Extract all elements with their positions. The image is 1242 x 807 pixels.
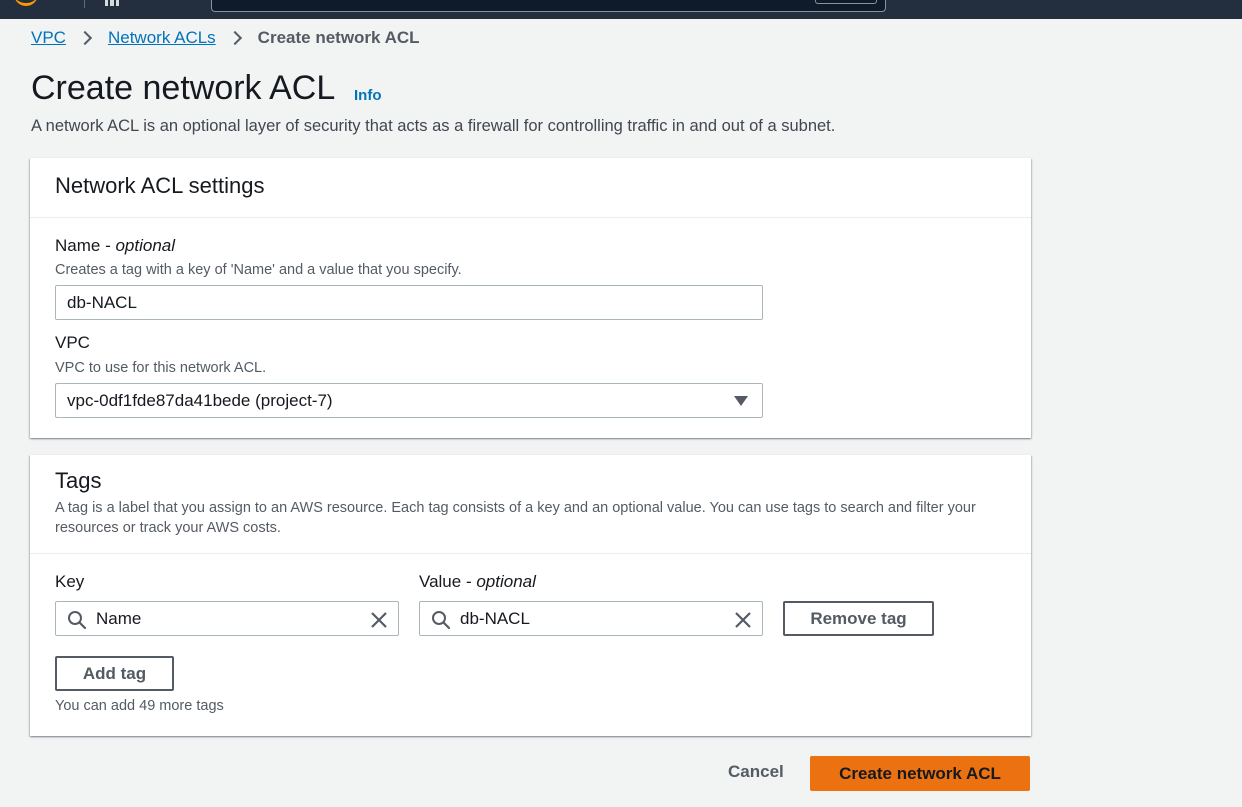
search-shortcut-hint [815,0,877,4]
network-acl-settings-panel: Network ACL settings Name - optional Cre… [30,158,1031,438]
vpc-select-value: vpc-0df1fde87da41bede (project-7) [67,390,333,410]
tag-key-label: Key [55,572,85,591]
breadcrumb: VPC Network ACLs Create network ACL [31,27,420,49]
name-input-value: db-NACL [67,292,137,312]
create-network-acl-button[interactable]: Create network ACL [810,756,1030,791]
vpc-select[interactable]: vpc-0df1fde87da41bede (project-7) [55,383,763,418]
search-icon [68,611,87,630]
tags-limit-text: You can add 49 more tags [55,698,224,714]
aws-logo-icon[interactable] [14,0,38,6]
vpc-field-hint: VPC to use for this network ACL. [55,360,267,376]
tags-description: A tag is a label that you assign to an A… [55,500,976,536]
tag-value-label-text: Value - [419,572,477,591]
cancel-button[interactable]: Cancel [728,762,784,782]
clear-icon[interactable] [369,610,389,630]
breadcrumb-network-acls-link[interactable]: Network ACLs [108,28,216,48]
tag-value-label: Value - optional [419,572,536,592]
tags-title: Tags [55,468,102,493]
settings-header: Network ACL settings [30,158,1031,218]
page-title: Create network ACL [31,69,336,107]
tag-key-input[interactable]: Name [55,601,399,636]
chevron-right-icon [227,30,242,46]
nav-divider [84,0,85,8]
services-grid-icon[interactable] [105,0,119,6]
name-field-hint: Creates a tag with a key of 'Name' and a… [55,262,462,278]
clear-icon[interactable] [733,610,753,630]
breadcrumb-vpc-link[interactable]: VPC [31,28,66,48]
tags-header: Tags A tag is a label that you assign to… [30,455,1031,554]
tag-value-input[interactable]: db-NACL [419,601,763,636]
caret-down-icon [734,396,748,406]
search-icon [432,611,451,630]
tag-value-optional-text: optional [476,572,536,591]
global-search-input[interactable] [211,0,886,12]
add-tag-button[interactable]: Add tag [55,656,174,691]
breadcrumb-current: Create network ACL [257,28,420,47]
top-navigation-bar [0,0,1242,19]
settings-title: Network ACL settings [55,173,265,198]
name-field-label: Name - optional [55,236,175,256]
tags-panel: Tags A tag is a label that you assign to… [30,455,1031,736]
page-description: A network ACL is an optional layer of se… [31,117,836,135]
tag-key-value: Name [96,608,142,628]
name-input[interactable]: db-NACL [55,285,763,320]
remove-tag-button[interactable]: Remove tag [783,601,934,636]
tag-value-value: db-NACL [460,608,530,628]
vpc-field-label: VPC [55,333,90,352]
name-label-text: Name - [55,236,116,255]
chevron-right-icon [77,30,93,46]
name-optional-text: optional [115,236,176,255]
info-link[interactable]: Info [354,87,382,104]
